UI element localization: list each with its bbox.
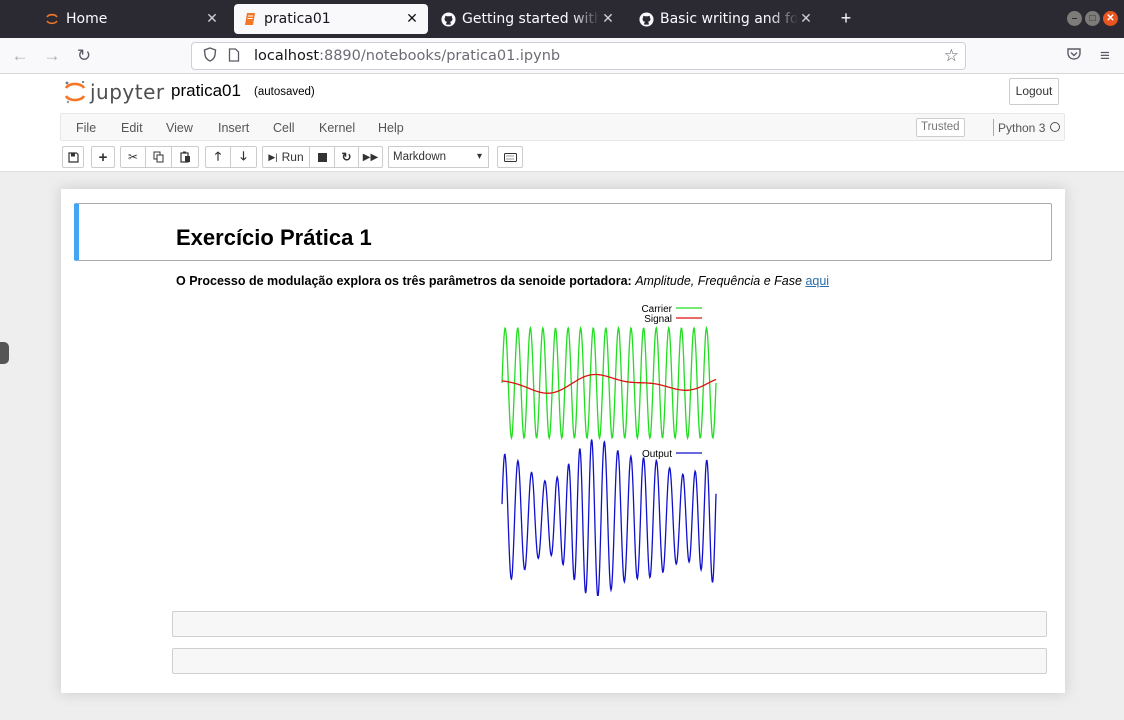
tab-label: pratica01 xyxy=(264,11,331,27)
window-controls: – □ ✕ xyxy=(1067,11,1118,26)
save-button[interactable] xyxy=(62,146,84,168)
side-panel-handle[interactable] xyxy=(0,342,9,364)
notebook-menubar: File Edit View Insert Cell Kernel Help T… xyxy=(60,113,1065,141)
maximize-button[interactable]: □ xyxy=(1085,11,1100,26)
plus-icon: + xyxy=(98,148,108,166)
browser-navbar: ← → ↻ localhost:8890/notebooks/pratica01… xyxy=(0,38,1124,74)
copy-icon xyxy=(153,151,164,163)
github-icon xyxy=(440,11,456,27)
pocket-icon[interactable] xyxy=(1064,46,1084,66)
command-palette-button[interactable] xyxy=(497,146,523,168)
menu-insert[interactable]: Insert xyxy=(218,121,249,135)
arrow-down-icon: 🡓 xyxy=(240,148,247,163)
output-wave xyxy=(501,439,717,596)
url-bar[interactable]: localhost:8890/notebooks/pratica01.ipynb… xyxy=(191,42,966,70)
shield-icon[interactable] xyxy=(200,47,220,65)
chevron-down-icon: ▾ xyxy=(476,151,482,162)
restart-run-all-button[interactable]: ▶▶ xyxy=(359,146,383,168)
interrupt-kernel-button[interactable] xyxy=(310,146,335,168)
save-status: (autosaved) xyxy=(254,86,315,98)
paste-icon xyxy=(179,151,190,163)
forward-arrow-icon[interactable]: → xyxy=(42,46,62,66)
menu-view[interactable]: View xyxy=(166,121,193,135)
back-arrow-icon[interactable]: ← xyxy=(10,46,30,66)
paragraph-italic-text: Amplitude, Frequência e Fase xyxy=(635,274,802,288)
restart-kernel-button[interactable]: ↻ xyxy=(335,146,359,168)
insert-cell-button[interactable]: + xyxy=(91,146,115,168)
paste-button[interactable] xyxy=(172,146,199,168)
notebook-toolbar: + ✂ 🡑 🡓 ▶| Run ↻ ▶▶ Markdown ▾ xyxy=(0,146,1124,168)
tab-home[interactable]: Home ✕ xyxy=(36,4,228,34)
run-button[interactable]: ▶| Run xyxy=(262,146,310,168)
cell-type-value: Markdown xyxy=(393,151,447,163)
browser-tab-strip: Home ✕ pratica01 ✕ Getting started with … xyxy=(0,0,1124,38)
kernel-name[interactable]: Python 3 xyxy=(998,121,1045,135)
tab-label: Basic writing and formatt xyxy=(660,11,798,27)
kernel-separator xyxy=(993,119,994,136)
new-tab-button[interactable]: + xyxy=(836,8,856,28)
menu-cell[interactable]: Cell xyxy=(273,121,295,135)
cell-heading: Exercício Prática 1 xyxy=(176,225,372,250)
cell-paragraph: O Processo de modulação explora os três … xyxy=(176,274,829,288)
tab-getting-started[interactable]: Getting started with writ ✕ xyxy=(432,4,624,34)
bookmark-star-icon[interactable]: ☆ xyxy=(944,46,959,66)
legend-output-label: Output xyxy=(642,449,672,460)
jupyter-header: jupyter pratica01 (autosaved) Logout Fil… xyxy=(0,74,1124,172)
paragraph-link[interactable]: aqui xyxy=(805,274,829,288)
jupyter-logo[interactable]: jupyter xyxy=(64,80,165,104)
copy-button[interactable] xyxy=(146,146,172,168)
move-cell-up-button[interactable]: 🡑 xyxy=(205,146,231,168)
keyboard-icon xyxy=(503,152,517,162)
url-text[interactable]: localhost:8890/notebooks/pratica01.ipynb xyxy=(254,48,560,64)
paragraph-bold-text: O Processo de modulação explora os três … xyxy=(176,274,632,288)
move-cell-down-button[interactable]: 🡓 xyxy=(231,146,257,168)
menu-file[interactable]: File xyxy=(76,121,96,135)
page-icon[interactable] xyxy=(224,47,244,65)
minimize-button[interactable]: – xyxy=(1067,11,1082,26)
kernel-idle-indicator-icon xyxy=(1050,122,1060,132)
close-tab-icon[interactable]: ✕ xyxy=(404,11,420,27)
hamburger-menu-icon[interactable]: ≡ xyxy=(1095,46,1115,66)
trusted-badge[interactable]: Trusted xyxy=(916,118,965,137)
cell-type-select[interactable]: Markdown ▾ xyxy=(388,146,489,168)
stop-icon xyxy=(317,152,327,162)
cut-button[interactable]: ✂ xyxy=(120,146,146,168)
close-tab-icon[interactable]: ✕ xyxy=(204,11,220,27)
logout-button[interactable]: Logout xyxy=(1009,78,1059,105)
notebook-name[interactable]: pratica01 xyxy=(171,81,241,101)
restart-icon: ↻ xyxy=(341,150,352,164)
menu-edit[interactable]: Edit xyxy=(121,121,143,135)
close-tab-icon[interactable]: ✕ xyxy=(798,11,814,27)
carrier-wave xyxy=(501,325,717,441)
tab-basic-writing[interactable]: Basic writing and formatt ✕ xyxy=(630,4,822,34)
github-icon xyxy=(638,11,654,27)
logo-text: jupyter xyxy=(90,80,165,104)
modulation-image: Carrier Signal Output xyxy=(501,304,717,596)
legend-signal-label: Signal xyxy=(644,314,672,325)
empty-code-cell[interactable] xyxy=(172,611,1047,637)
tab-label: Home xyxy=(66,11,108,27)
empty-code-cell[interactable] xyxy=(172,648,1047,674)
menu-kernel[interactable]: Kernel xyxy=(319,121,355,135)
floppy-disk-icon xyxy=(67,151,79,163)
tab-label: Getting started with writ xyxy=(462,11,600,27)
reload-icon[interactable]: ↻ xyxy=(74,46,94,66)
step-forward-icon: ▶| xyxy=(268,151,278,162)
scissors-icon: ✂ xyxy=(127,150,139,164)
run-label: Run xyxy=(281,150,304,164)
close-tab-icon[interactable]: ✕ xyxy=(600,11,616,27)
tab-pratica01[interactable]: pratica01 ✕ xyxy=(234,4,428,34)
notebook-icon xyxy=(242,11,258,27)
jupyter-logo-icon xyxy=(64,80,86,104)
menu-help[interactable]: Help xyxy=(378,121,404,135)
close-window-button[interactable]: ✕ xyxy=(1103,11,1118,26)
arrow-up-icon: 🡑 xyxy=(214,148,222,163)
jupyter-icon xyxy=(44,11,60,27)
fast-forward-icon: ▶▶ xyxy=(362,151,379,163)
